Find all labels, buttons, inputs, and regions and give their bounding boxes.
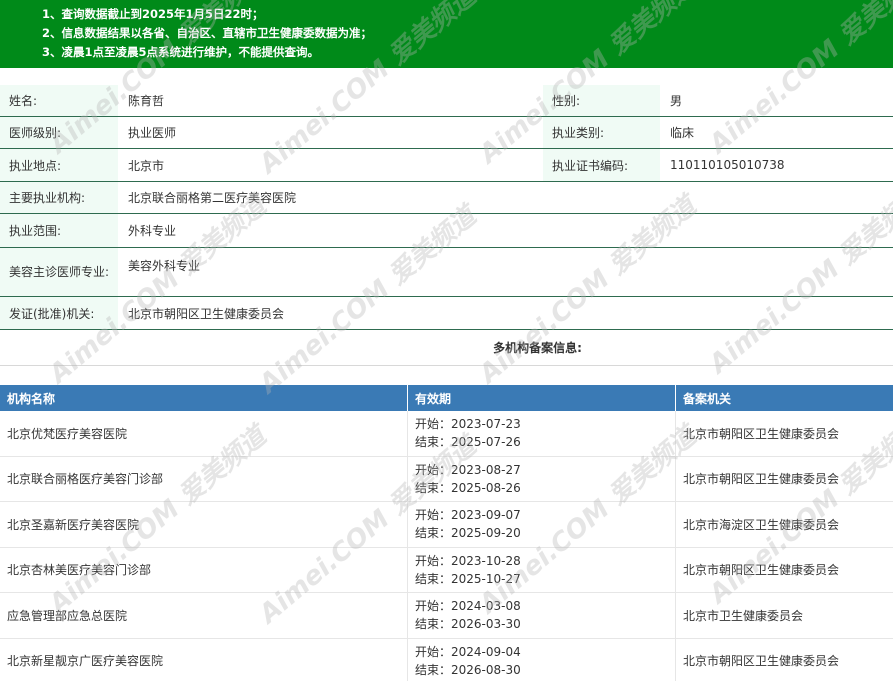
validity-period: 开始：2023-09-07 结束：2025-09-20 [408,502,676,547]
filing-authority: 北京市朝阳区卫生健康委员会 [683,654,840,669]
period-start: 开始：2024-09-04 [415,644,521,659]
scope-label: 执业范围: [0,214,118,247]
specialty-value: 美容外科专业 [128,259,201,273]
validity-period: 开始：2023-07-23 结束：2025-07-26 [408,411,676,456]
header-authority: 备案机关 [683,391,732,406]
institution-name: 北京联合丽格医疗美容门诊部 [0,456,408,501]
validity-period: 开始：2024-09-04 结束：2026-08-30 [408,638,676,681]
info-row-institution: 主要执业机构: 北京联合丽格第二医疗美容医院 [0,182,893,214]
gender-value: 男 [670,94,683,108]
authority-label: 发证(批准)机关: [0,297,118,329]
scope-value: 外科专业 [128,224,177,238]
name-value: 陈育哲 [128,94,165,108]
doctor-info-table: 姓名: 陈育哲 性别: 男 医师级别: 执业医师 执业类别: 临床 执业地点: … [0,85,893,330]
location-label: 执业地点: [0,149,118,181]
institution-value: 北京联合丽格第二医疗美容医院 [128,191,297,205]
filing-authority: 北京市卫生健康委员会 [683,608,804,623]
location-value: 北京市 [128,158,165,173]
period-start: 开始：2023-07-23 [415,417,521,432]
name-label: 姓名: [0,85,118,116]
institution-name: 北京新星靓京广医疗美容医院 [0,638,408,681]
notice-line-2: 2、信息数据结果以各省、自治区、直辖市卫生健康委数据为准； [42,26,372,40]
filing-authority: 北京市海淀区卫生健康委员会 [683,517,840,532]
period-end: 结束：2026-03-30 [415,617,521,632]
header-period: 有效期 [408,385,676,411]
notice-line-1: 1、查询数据截止到2025年1月5日22时； [42,7,264,21]
info-row-scope: 执业范围: 外科专业 [0,214,893,248]
period-start: 开始：2023-10-28 [415,553,521,568]
cert-value: 110110105010738 [670,158,785,172]
validity-period: 开始：2023-08-27 结束：2025-08-26 [408,456,676,501]
table-row: 北京优梵医疗美容医院 开始：2023-07-23 结束：2025-07-26 北京… [0,411,893,457]
info-row-authority: 发证(批准)机关: 北京市朝阳区卫生健康委员会 [0,297,893,330]
filing-authority: 北京市朝阳区卫生健康委员会 [683,563,840,578]
period-end: 结束：2025-09-20 [415,526,521,541]
notice-line-3: 3、凌晨1点至凌晨5点系统进行维护，不能提供查询。 [42,45,320,59]
level-label: 医师级别: [0,117,118,148]
info-row-specialty: 美容主诊医师专业: 美容外科专业 [0,248,893,297]
table-row: 应急管理部应急总医院 开始：2024-03-08 结束：2026-03-30 北京… [0,593,893,639]
multi-institution-table: 机构名称 有效期 备案机关 北京优梵医疗美容医院 开始：2023-07-23 结束… [0,385,893,681]
specialty-label: 美容主诊医师专业: [0,248,118,296]
table-row: 北京圣嘉新医疗美容医院 开始：2023-09-07 结束：2025-09-20 北… [0,502,893,548]
table-row: 北京联合丽格医疗美容门诊部 开始：2023-08-27 结束：2025-08-26… [0,456,893,502]
table-header: 机构名称 有效期 备案机关 [0,385,893,411]
institution-name: 应急管理部应急总医院 [0,593,408,638]
notice-banner: 1、查询数据截止到2025年1月5日22时； 2、信息数据结果以各省、自治区、直… [0,0,893,68]
period-start: 开始：2024-03-08 [415,599,521,614]
period-end: 结束：2025-10-27 [415,571,521,586]
info-row-location: 执业地点: 北京市 执业证书编码: 110110105010738 [0,149,893,182]
period-start: 开始：2023-08-27 [415,462,521,477]
level-value: 执业医师 [128,126,177,140]
header-institution: 机构名称 [0,385,408,411]
period-end: 结束：2025-07-26 [415,435,521,450]
institution-name: 北京优梵医疗美容医院 [0,411,408,456]
institution-label: 主要执业机构: [0,182,118,213]
validity-period: 开始：2024-03-08 结束：2026-03-30 [408,593,676,638]
institution-name: 北京圣嘉新医疗美容医院 [0,502,408,547]
multi-institution-title: 多机构备案信息: [0,331,893,366]
info-row-name: 姓名: 陈育哲 性别: 男 [0,85,893,117]
period-start: 开始：2023-09-07 [415,508,521,523]
table-row: 北京新星靓京广医疗美容医院 开始：2024-09-04 结束：2026-08-30… [0,638,893,681]
info-row-level: 医师级别: 执业医师 执业类别: 临床 [0,117,893,149]
filing-authority: 北京市朝阳区卫生健康委员会 [683,472,840,487]
filing-authority: 北京市朝阳区卫生健康委员会 [683,426,840,441]
category-value: 临床 [670,126,695,140]
period-end: 结束：2025-08-26 [415,480,521,495]
table-row: 北京杏林美医疗美容门诊部 开始：2023-10-28 结束：2025-10-27 … [0,547,893,593]
validity-period: 开始：2023-10-28 结束：2025-10-27 [408,547,676,592]
category-label: 执业类别: [543,117,660,148]
gender-label: 性别: [543,85,660,116]
authority-value: 北京市朝阳区卫生健康委员会 [128,306,285,321]
cert-label: 执业证书编码: [543,149,660,181]
period-end: 结束：2026-08-30 [415,662,521,677]
institution-name: 北京杏林美医疗美容门诊部 [0,547,408,592]
